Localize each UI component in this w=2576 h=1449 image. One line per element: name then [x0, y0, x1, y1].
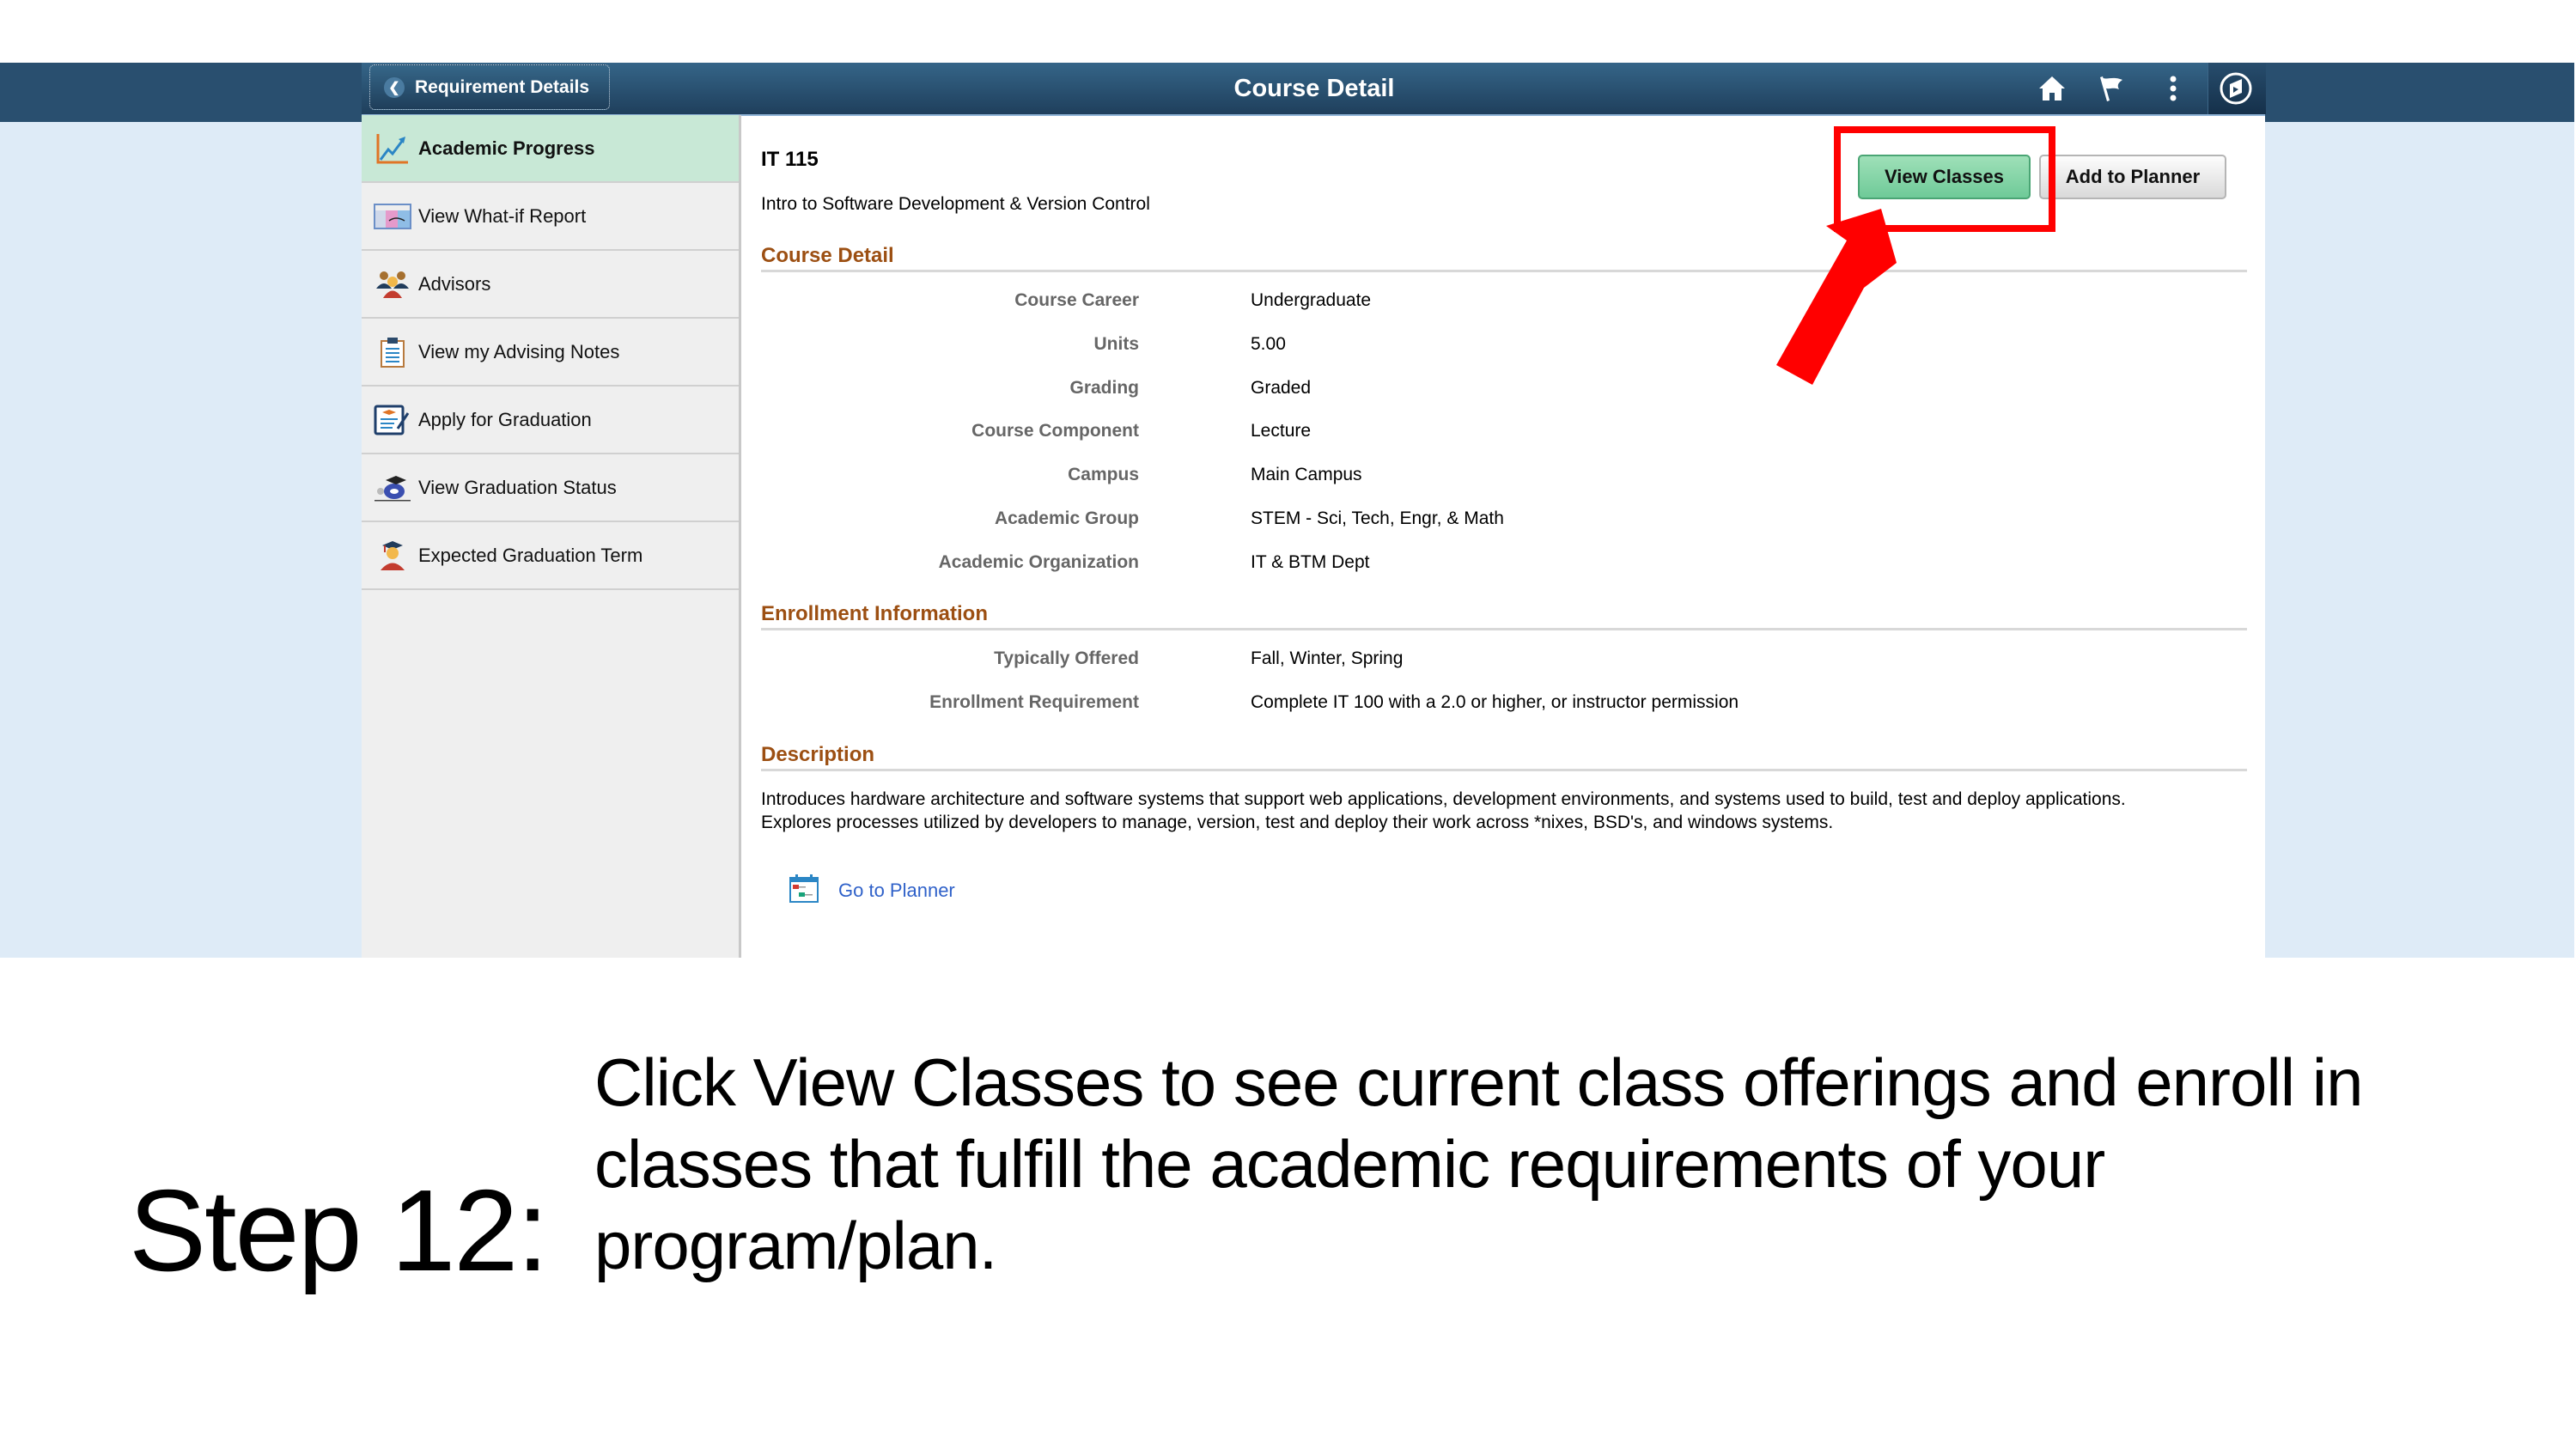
- field-value: Graded: [1251, 378, 1312, 398]
- detail-row-campus: Campus Main Campus: [761, 465, 2247, 490]
- sidebar-item-label: Expected Graduation Term: [418, 544, 643, 566]
- detail-row-course-component: Course Component Lecture: [761, 421, 2247, 447]
- field-label: Course Career: [1014, 290, 1139, 310]
- sidebar-item-label: View my Advising Notes: [418, 340, 620, 362]
- field-label: Enrollment Requirement: [929, 692, 1139, 712]
- flag-icon[interactable]: [2091, 69, 2130, 108]
- detail-row-academic-group: Academic Group STEM - Sci, Tech, Engr, &…: [761, 508, 2247, 534]
- field-label: Course Component: [971, 421, 1139, 441]
- graduation-application-icon: [374, 403, 411, 437]
- description-line: Explores processes utilized by developer…: [761, 813, 1834, 832]
- sidebar-item-advisors[interactable]: Advisors: [362, 251, 739, 319]
- detail-row-typically-offered: Typically Offered Fall, Winter, Spring: [761, 648, 2247, 674]
- calendar-icon: [789, 873, 819, 908]
- sidebar-item-advising-notes[interactable]: View my Advising Notes: [362, 319, 739, 387]
- field-label: Units: [1093, 334, 1140, 354]
- sidebar-item-label: View Graduation Status: [418, 476, 617, 498]
- advisors-icon: [374, 267, 411, 301]
- field-label: Academic Group: [994, 508, 1139, 528]
- detail-row-course-career: Course Career Undergraduate: [761, 290, 2247, 316]
- chart-icon: [374, 131, 411, 166]
- navbar-compass-icon[interactable]: [2216, 69, 2256, 108]
- detail-row-grading: Grading Graded: [761, 378, 2247, 404]
- back-button-label: Requirement Details: [415, 76, 590, 97]
- field-label: Typically Offered: [994, 648, 1139, 668]
- sidebar-item-label: Apply for Graduation: [418, 408, 592, 430]
- field-label: Grading: [1069, 378, 1139, 398]
- course-title: Intro to Software Development & Version …: [761, 194, 1150, 214]
- field-value: Main Campus: [1251, 465, 1362, 484]
- sidebar-item-label: View What-if Report: [418, 204, 587, 227]
- clipboard-icon: [374, 335, 411, 369]
- section-title-description: Description: [761, 743, 2247, 771]
- field-value: 5.00: [1251, 334, 1286, 354]
- sidebar-item-expected-graduation-term[interactable]: Expected Graduation Term: [362, 522, 739, 590]
- sidebar-item-label: Advisors: [418, 272, 491, 295]
- detail-row-enrollment-requirement: Enrollment Requirement Complete IT 100 w…: [761, 692, 2247, 718]
- instruction-text: Click View Classes to see current class …: [594, 1042, 2484, 1287]
- back-button-requirement-details[interactable]: ❮ Requirement Details: [369, 64, 610, 110]
- graduation-status-icon: [374, 471, 411, 505]
- go-to-planner-label: Go to Planner: [838, 879, 955, 901]
- sidebar-item-apply-graduation[interactable]: Apply for Graduation: [362, 387, 739, 454]
- graduate-icon: [374, 539, 411, 573]
- sidebar: Academic Progress View What-if Report Ad…: [362, 115, 741, 958]
- detail-row-units: Units 5.00: [761, 334, 2247, 360]
- field-value: STEM - Sci, Tech, Engr, & Math: [1251, 508, 1504, 528]
- add-to-planner-button[interactable]: Add to Planner: [2039, 155, 2226, 199]
- view-classes-button[interactable]: View Classes: [1858, 155, 2031, 199]
- field-value: Complete IT 100 with a 2.0 or higher, or…: [1251, 692, 1739, 712]
- chevron-left-icon: ❮: [384, 76, 405, 98]
- field-label: Academic Organization: [938, 552, 1139, 572]
- sidebar-item-label: Academic Progress: [418, 137, 595, 159]
- section-title-course-detail: Course Detail: [761, 244, 2247, 272]
- home-icon[interactable]: [2032, 69, 2072, 108]
- course-description: Introduces hardware architecture and sof…: [761, 788, 2247, 834]
- course-code: IT 115: [761, 148, 819, 171]
- page-title: Course Detail: [1233, 74, 1395, 102]
- step-number: Step 12:: [129, 1166, 549, 1295]
- field-value: IT & BTM Dept: [1251, 552, 1370, 572]
- field-label: Campus: [1068, 465, 1139, 484]
- section-title-enrollment-information: Enrollment Information: [761, 602, 2247, 630]
- more-options-icon[interactable]: [2153, 69, 2193, 108]
- detail-row-academic-organization: Academic Organization IT & BTM Dept: [761, 552, 2247, 578]
- go-to-planner-link[interactable]: Go to Planner: [789, 873, 955, 908]
- description-line: Introduces hardware architecture and sof…: [761, 789, 2126, 809]
- instruction-prefix: Click: [594, 1044, 753, 1120]
- sidebar-item-academic-progress[interactable]: Academic Progress: [362, 115, 739, 183]
- sidebar-item-what-if-report[interactable]: View What-if Report: [362, 183, 739, 251]
- what-if-report-icon: [374, 199, 411, 234]
- instruction-emphasis: View Classes: [752, 1044, 1145, 1120]
- sidebar-item-graduation-status[interactable]: View Graduation Status: [362, 454, 739, 522]
- field-value: Lecture: [1251, 421, 1312, 441]
- field-value: Undergraduate: [1251, 290, 1372, 310]
- field-value: Fall, Winter, Spring: [1251, 648, 1404, 668]
